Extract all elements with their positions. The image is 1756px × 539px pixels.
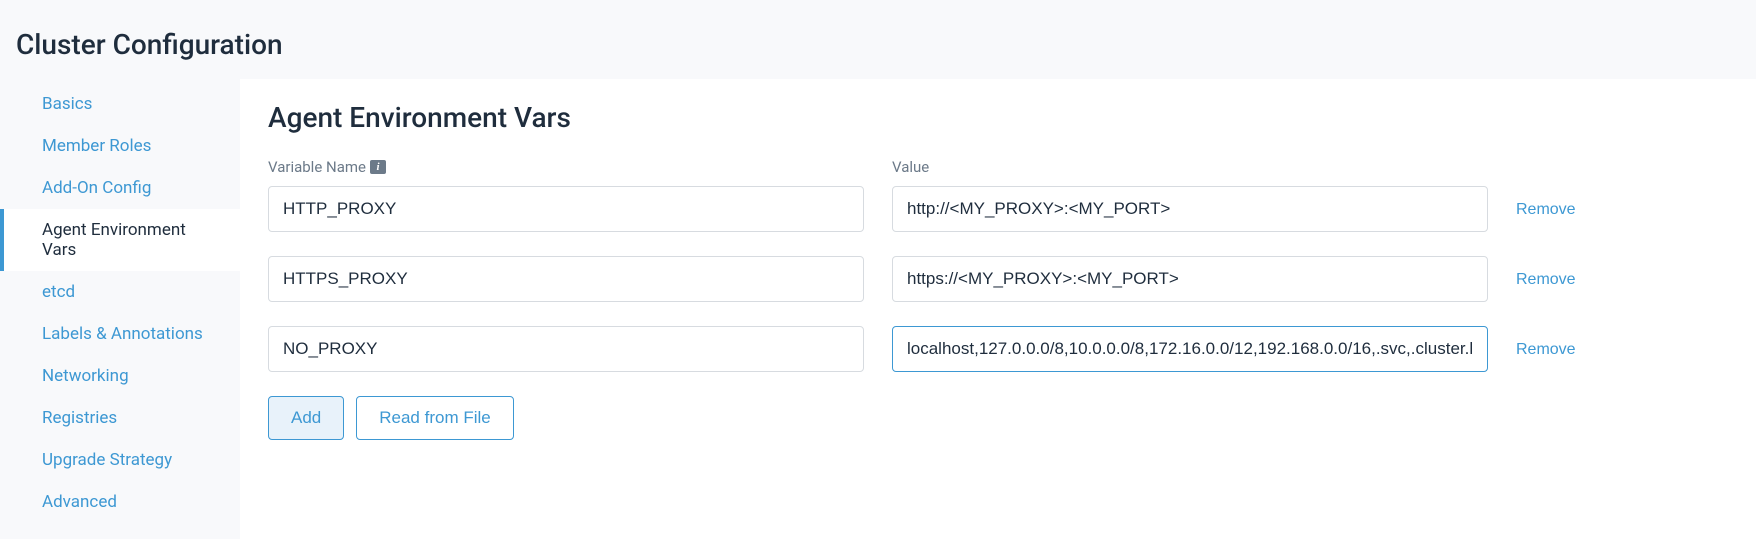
- env-var-row: Remove: [268, 186, 1728, 232]
- variable-value-input[interactable]: [892, 326, 1488, 372]
- cell-value: [892, 186, 1488, 232]
- sidebar-item-basics[interactable]: Basics: [0, 83, 240, 125]
- read-from-file-button[interactable]: Read from File: [356, 396, 513, 440]
- variable-name-input[interactable]: [268, 326, 864, 372]
- sidebar-item-labels-annotations[interactable]: Labels & Annotations: [0, 313, 240, 355]
- sidebar-item-member-roles[interactable]: Member Roles: [0, 125, 240, 167]
- remove-button[interactable]: Remove: [1516, 201, 1576, 219]
- section-title: Agent Environment Vars: [268, 101, 1728, 134]
- variable-value-input[interactable]: [892, 186, 1488, 232]
- sidebar-item-etcd[interactable]: etcd: [0, 271, 240, 313]
- column-header-value: Value: [892, 158, 1488, 176]
- cell-action: Remove: [1516, 339, 1576, 359]
- env-var-row: Remove: [268, 326, 1728, 372]
- variable-value-input[interactable]: [892, 256, 1488, 302]
- info-icon[interactable]: i: [370, 160, 386, 174]
- remove-button[interactable]: Remove: [1516, 341, 1576, 359]
- sidebar-item-networking[interactable]: Networking: [0, 355, 240, 397]
- cell-name: [268, 186, 864, 232]
- actions-row: Add Read from File: [268, 396, 1728, 440]
- variable-name-input[interactable]: [268, 186, 864, 232]
- page-title: Cluster Configuration: [0, 0, 1756, 79]
- cell-name: [268, 256, 864, 302]
- column-header-name-label: Variable Name: [268, 158, 366, 176]
- env-vars-table-head: Variable Name i Value: [268, 158, 1728, 176]
- layout: BasicsMember RolesAdd-On ConfigAgent Env…: [0, 79, 1756, 539]
- sidebar-item-registries[interactable]: Registries: [0, 397, 240, 439]
- sidebar-item-add-on-config[interactable]: Add-On Config: [0, 167, 240, 209]
- sidebar-item-upgrade-strategy[interactable]: Upgrade Strategy: [0, 439, 240, 481]
- sidebar-item-agent-environment-vars[interactable]: Agent Environment Vars: [0, 209, 240, 271]
- env-vars-rows: Remove Remove Remove: [268, 186, 1728, 372]
- cell-action: Remove: [1516, 199, 1576, 219]
- add-button[interactable]: Add: [268, 396, 344, 440]
- remove-button[interactable]: Remove: [1516, 271, 1576, 289]
- env-var-row: Remove: [268, 256, 1728, 302]
- sidebar-item-advanced[interactable]: Advanced: [0, 481, 240, 523]
- main-content: Agent Environment Vars Variable Name i V…: [240, 79, 1756, 539]
- cell-value: [892, 326, 1488, 372]
- sidebar: BasicsMember RolesAdd-On ConfigAgent Env…: [0, 79, 240, 523]
- column-header-name: Variable Name i: [268, 158, 864, 176]
- cell-action: Remove: [1516, 269, 1576, 289]
- cell-value: [892, 256, 1488, 302]
- variable-name-input[interactable]: [268, 256, 864, 302]
- cell-name: [268, 326, 864, 372]
